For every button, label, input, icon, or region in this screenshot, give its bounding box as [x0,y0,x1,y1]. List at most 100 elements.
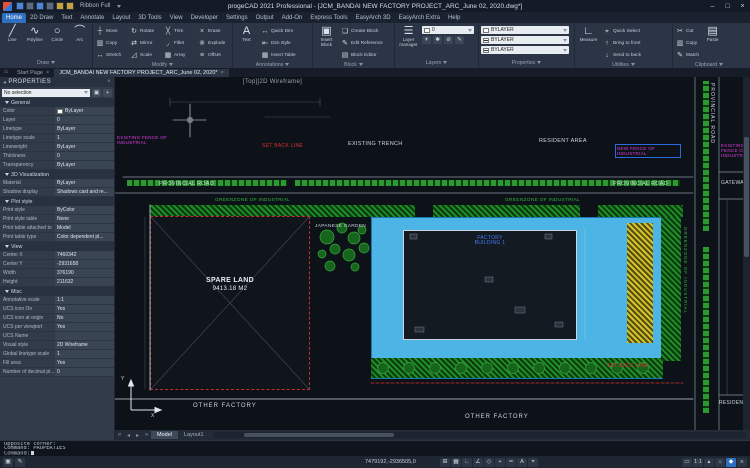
vertical-scrollbar[interactable] [743,77,750,430]
annotation-icon[interactable]: ▴ [704,458,714,467]
viewport-controls-label[interactable]: [Top][2D Wireframe] [243,79,302,85]
insert-block-button[interactable]: ▣ Insert Block [315,25,338,48]
group-label-block[interactable]: Block [313,61,394,68]
measure-button[interactable]: ∟ Measure [577,25,600,43]
rotate-button[interactable]: ↻Rotate [129,25,162,37]
selection-dropdown[interactable]: No selection [2,89,90,97]
app-logo-icon[interactable] [3,2,12,11]
paste-button[interactable]: ▤ Paste [701,25,724,43]
ribbon-tab-easyarch-extra[interactable]: EasyArch Extra [395,13,444,23]
ribbon-tab-output[interactable]: Output [252,13,278,23]
viewport-icon[interactable]: ▭ [682,458,692,467]
properties-panel-header[interactable]: ◂ PROPERTIES × [0,77,114,87]
scale-display[interactable]: 1:1 [693,458,703,467]
ribbon-tab-help[interactable]: Help [444,13,464,23]
pick-add-icon[interactable]: + [103,89,112,97]
linetype-dropdown[interactable]: BYLAYER [481,36,569,44]
group-label-draw[interactable]: Draw [0,59,92,68]
prev-tab-icon[interactable]: ◂ [124,432,133,439]
trim-button[interactable]: ╳Trim [163,25,196,37]
offset-button[interactable]: ≡Offset [197,49,230,61]
ribbon-tab-3d-tools[interactable]: 3D Tools [134,13,165,23]
ribbon-tab-developer[interactable]: Developer [187,13,222,23]
color-dropdown[interactable]: BYLAYER [481,26,569,34]
panel-collapse-icon[interactable]: ◂ [3,79,6,86]
etrack-toggle[interactable]: + [495,458,505,467]
send-to-back-button[interactable]: ↓Send to back [602,49,641,61]
ribbon-tab-view[interactable]: View [166,13,187,23]
section-misc[interactable]: Misc [0,287,114,296]
insert-table-button[interactable]: ▦Insert Table [260,49,296,61]
group-label-clipboard[interactable]: Clipboard [673,61,745,68]
next-tab-icon[interactable]: ▸ [133,432,142,439]
close-button[interactable]: × [735,1,750,12]
group-label-modify[interactable]: Modify [93,61,232,68]
horizontal-scrollbar[interactable] [214,432,746,438]
last-tab-icon[interactable]: » [142,432,151,438]
stretch-button[interactable]: ↔Stretch [95,49,128,61]
array-button[interactable]: ▦Array [163,49,196,61]
open-file-icon[interactable] [26,2,34,10]
ribbon-tab-home[interactable]: Home [2,13,26,23]
command-window[interactable]: Opposite corner: Command: PROPERTIES Com… [0,440,750,456]
redo-icon[interactable] [66,2,74,10]
notes-icon[interactable]: ✎ [15,458,25,467]
ribbon-tab-layout[interactable]: Layout [108,13,134,23]
erase-button[interactable]: ×Erase [197,25,230,37]
scale-button[interactable]: ◿Scale [129,49,162,61]
ribbon-tab-annotate[interactable]: Annotate [76,13,108,23]
lineweight-dropdown[interactable]: BYLAYER [481,46,569,54]
maximize-button[interactable]: □ [720,1,735,12]
section-3d-visualization[interactable]: 3D Visualization [0,170,114,179]
undo-icon[interactable] [56,2,64,10]
select-objects-icon[interactable]: ▣ [92,89,101,97]
doc-tab-start-page[interactable]: Start Page × [12,69,54,77]
layer-manager-button[interactable]: ☰ Layer manager [397,25,420,48]
ortho-toggle[interactable]: ∟ [462,458,472,467]
home-icon[interactable]: ⌂ [0,68,12,77]
grid-toggle[interactable]: ▦ [451,458,461,467]
fillet-button[interactable]: ◞Fillet [163,37,196,49]
explode-button[interactable]: ※Explode [197,37,230,49]
close-icon[interactable]: × [46,70,49,76]
layer-edit-icon[interactable]: ✎ [455,36,464,44]
group-label-annotations[interactable]: Annotations [233,61,312,68]
model-space-canvas[interactable]: [Top][2D Wireframe] EXISTING FENCE OF IN… [115,77,750,430]
cut-button[interactable]: ✂Cut [675,25,699,37]
menu-icon[interactable]: ≡ [737,458,747,467]
section-view[interactable]: View [0,242,114,251]
tab-model[interactable]: Model [151,431,178,439]
lineweight-toggle[interactable]: ━ [506,458,516,467]
horizontal-scrollbar-thumb[interactable] [244,433,394,437]
ribbon-tab-text[interactable]: Text [57,13,76,23]
print-icon[interactable] [46,2,54,10]
qtext-toggle[interactable]: A [517,458,527,467]
arc-button[interactable]: ⌒ Arc [70,25,91,43]
block-editor-button[interactable]: ▤Block Editor [340,49,383,61]
layer-freeze-icon[interactable]: ✱ [433,36,442,44]
command-prompt[interactable]: Command: [4,451,746,455]
quick-dim-button[interactable]: ↔Quick Dim [260,25,296,37]
circle-button[interactable]: ○ Circle [47,25,68,43]
vertical-scrollbar-thumb[interactable] [744,137,749,257]
minimize-button[interactable]: – [705,1,720,12]
quick-select-button[interactable]: ⌖Quick Select [602,25,641,37]
group-label-layers[interactable]: Layers [395,59,478,68]
text-button[interactable]: A Text [235,25,258,43]
app-status-icon[interactable]: ▣ [3,458,13,467]
close-icon[interactable]: × [221,70,224,76]
line-button[interactable]: ╱ Line [2,25,23,43]
ribbon-tab-express-tools[interactable]: Express Tools [306,13,351,23]
copy-clip-button[interactable]: ▥Copy [675,37,699,49]
polar-toggle[interactable]: ∠ [473,458,483,467]
ribbon-tab-2d-draw[interactable]: 2D Draw [26,13,57,23]
mirror-button[interactable]: ⇄Mirror [129,37,162,49]
ribbon-tab-easyarch-3d[interactable]: EasyArch 3D [352,13,395,23]
layer-dropdown[interactable]: 0 [422,26,474,34]
edit-reference-button[interactable]: ✎Edit Reference [340,37,383,49]
layer-on-icon[interactable]: ☀ [422,36,431,44]
ucs-toggle[interactable]: ⌖ [528,458,538,467]
ribbon-tab-add-on[interactable]: Add-On [278,13,307,23]
snap-toggle[interactable]: ⊞ [440,458,450,467]
tab-layout1[interactable]: Layout1 [178,431,210,439]
